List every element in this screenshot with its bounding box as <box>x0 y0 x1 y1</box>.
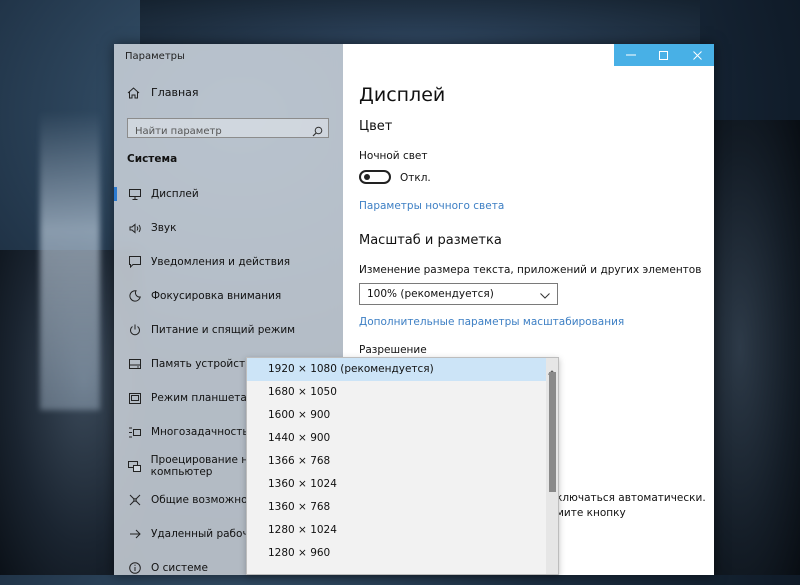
section-heading-color: Цвет <box>359 119 393 134</box>
night-light-state: Откл. <box>400 172 431 184</box>
home-icon <box>127 86 143 99</box>
resolution-option[interactable]: 1680 × 1050 <box>247 381 546 404</box>
advanced-scaling-link[interactable]: Дополнительные параметры масштабирования <box>359 316 624 328</box>
search-icon[interactable] <box>312 122 323 141</box>
close-icon <box>692 50 702 60</box>
chevron-down-icon <box>540 290 550 302</box>
close-button[interactable] <box>681 44 714 66</box>
sidebar-item-label: Режим планшета <box>151 392 247 404</box>
sidebar-item-label: Дисплей <box>151 188 199 200</box>
night-light-label: Ночной свет <box>359 150 428 162</box>
resolution-option[interactable]: 1280 × 960 <box>247 542 546 565</box>
speaker-icon <box>127 222 143 234</box>
share-icon <box>127 494 143 506</box>
sidebar-item-label: Многозадачность <box>151 426 249 438</box>
minimize-icon <box>625 54 636 56</box>
resolution-option[interactable]: 1920 × 1080 (рекомендуется) <box>247 358 546 381</box>
resolution-option[interactable]: 1280 × 1024 <box>247 519 546 542</box>
minimize-button[interactable] <box>614 44 647 66</box>
sidebar-item-label: Питание и спящий режим <box>151 324 296 336</box>
search-input[interactable] <box>128 122 305 141</box>
page-title: Дисплей <box>359 84 446 106</box>
scale-label: Изменение размера текста, приложений и д… <box>359 264 702 276</box>
wallpaper-rock-right <box>700 120 800 575</box>
sidebar-item-label: Звук <box>151 222 177 234</box>
resolution-option[interactable]: 1600 × 900 <box>247 404 546 427</box>
section-heading-scale: Масштаб и разметка <box>359 233 502 248</box>
dropdown-scrollbar[interactable] <box>546 358 558 574</box>
sidebar-item-sound[interactable]: Звук <box>114 211 343 245</box>
multitask-icon <box>127 427 143 438</box>
remote-desktop-icon <box>127 528 143 540</box>
toggle-knob <box>364 174 370 180</box>
sidebar-item-label: Фокусировка внимания <box>151 290 282 302</box>
power-icon <box>127 324 143 336</box>
obscured-text-line-1: ключаться автоматически. <box>556 492 706 504</box>
wallpaper-sky <box>140 0 700 44</box>
monitor-icon <box>127 188 143 200</box>
resolution-option[interactable]: 1360 × 1024 <box>247 473 546 496</box>
maximize-icon <box>659 50 669 60</box>
night-light-toggle[interactable] <box>359 170 391 184</box>
sidebar-item-notifications[interactable]: Уведомления и действия <box>114 245 343 279</box>
resolution-option[interactable]: 1366 × 768 <box>247 450 546 473</box>
storage-icon <box>127 359 143 369</box>
moon-icon <box>127 290 143 302</box>
sidebar-item-power-sleep[interactable]: Питание и спящий режим <box>114 313 343 347</box>
notification-icon <box>127 256 143 268</box>
resolution-label: Разрешение <box>359 344 427 356</box>
sidebar-item-label: Главная <box>151 86 199 99</box>
project-icon <box>127 460 143 472</box>
resolution-options: 1920 × 1080 (рекомендуется) 1680 × 1050 … <box>247 358 546 565</box>
sidebar-item-label: Уведомления и действия <box>151 256 291 268</box>
resolution-option[interactable]: 1360 × 768 <box>247 496 546 519</box>
scale-select[interactable]: 100% (рекомендуется) <box>359 283 558 305</box>
obscured-text-line-2: мите кнопку <box>556 507 626 519</box>
app-title: Параметры <box>125 51 185 62</box>
night-light-settings-link[interactable]: Параметры ночного света <box>359 200 504 212</box>
scrollbar-thumb[interactable] <box>549 372 556 492</box>
resolution-option[interactable]: 1440 × 900 <box>247 427 546 450</box>
section-heading-system: Система <box>127 153 178 165</box>
sidebar-item-focus-assist[interactable]: Фокусировка внимания <box>114 279 343 313</box>
resolution-dropdown[interactable]: 1920 × 1080 (рекомендуется) 1680 × 1050 … <box>246 357 559 575</box>
sidebar-item-display[interactable]: Дисплей <box>114 177 343 211</box>
info-icon <box>127 562 143 574</box>
window-controls <box>614 44 714 66</box>
wallpaper-waterfall <box>40 110 100 410</box>
scale-select-value: 100% (рекомендуется) <box>367 288 494 300</box>
search-box[interactable] <box>127 118 329 141</box>
sidebar-item-label: О системе <box>151 562 208 574</box>
sidebar-item-home[interactable]: Главная <box>127 86 199 99</box>
tablet-icon <box>127 392 143 404</box>
maximize-button[interactable] <box>647 44 680 66</box>
sidebar-item-label: Память устройства <box>151 358 258 370</box>
